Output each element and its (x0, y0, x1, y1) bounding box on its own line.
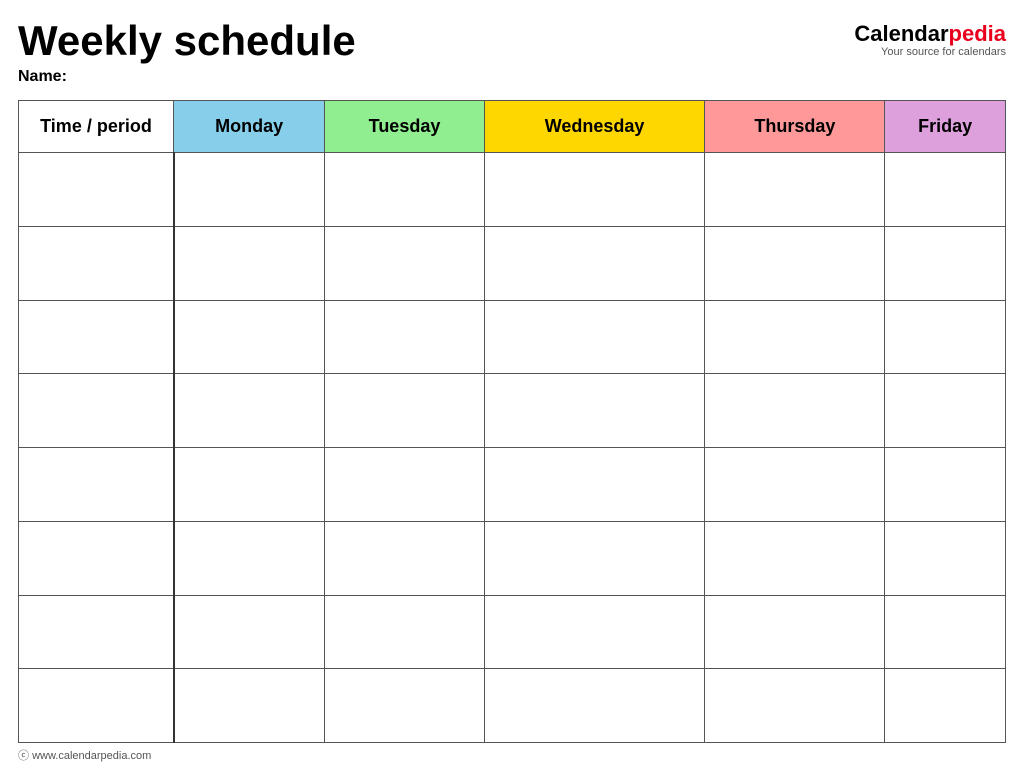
time-cell[interactable] (19, 374, 174, 448)
wednesday-cell[interactable] (484, 300, 705, 374)
friday-cell[interactable] (885, 595, 1006, 669)
table-row (19, 153, 1006, 227)
header-area: Weekly schedule Name: Calendarpedia Your… (18, 18, 1006, 86)
wednesday-cell[interactable] (484, 669, 705, 743)
tuesday-cell[interactable] (325, 448, 484, 522)
time-cell[interactable] (19, 153, 174, 227)
table-row (19, 448, 1006, 522)
page-container: Weekly schedule Name: Calendarpedia Your… (0, 0, 1024, 773)
page-title: Weekly schedule (18, 18, 356, 64)
monday-cell[interactable] (174, 448, 325, 522)
schedule-table: Time / period Monday Tuesday Wednesday T… (18, 100, 1006, 743)
time-cell[interactable] (19, 669, 174, 743)
table-row (19, 374, 1006, 448)
logo-text: Calendarpedia (854, 22, 1006, 46)
tuesday-cell[interactable] (325, 300, 484, 374)
wednesday-cell[interactable] (484, 595, 705, 669)
footer-url: ⓒ www.calendarpedia.com (18, 747, 1006, 763)
monday-cell[interactable] (174, 595, 325, 669)
name-label: Name: (18, 68, 356, 86)
wednesday-cell[interactable] (484, 374, 705, 448)
monday-cell[interactable] (174, 153, 325, 227)
time-cell[interactable] (19, 448, 174, 522)
header-friday: Friday (885, 101, 1006, 153)
tuesday-cell[interactable] (325, 226, 484, 300)
logo-pedia: pedia (949, 21, 1006, 46)
header-time: Time / period (19, 101, 174, 153)
wednesday-cell[interactable] (484, 153, 705, 227)
table-header-row: Time / period Monday Tuesday Wednesday T… (19, 101, 1006, 153)
logo-section: Calendarpedia Your source for calendars (854, 18, 1006, 58)
friday-cell[interactable] (885, 521, 1006, 595)
table-row (19, 595, 1006, 669)
thursday-cell[interactable] (705, 226, 885, 300)
time-cell[interactable] (19, 595, 174, 669)
table-row (19, 521, 1006, 595)
thursday-cell[interactable] (705, 448, 885, 522)
friday-cell[interactable] (885, 300, 1006, 374)
wednesday-cell[interactable] (484, 448, 705, 522)
monday-cell[interactable] (174, 374, 325, 448)
monday-cell[interactable] (174, 669, 325, 743)
table-row (19, 300, 1006, 374)
header-wednesday: Wednesday (484, 101, 705, 153)
header-thursday: Thursday (705, 101, 885, 153)
logo-calendar: Calendar (854, 21, 948, 46)
monday-cell[interactable] (174, 521, 325, 595)
time-cell[interactable] (19, 521, 174, 595)
table-row (19, 669, 1006, 743)
friday-cell[interactable] (885, 669, 1006, 743)
tuesday-cell[interactable] (325, 669, 484, 743)
table-row (19, 226, 1006, 300)
thursday-cell[interactable] (705, 300, 885, 374)
thursday-cell[interactable] (705, 521, 885, 595)
friday-cell[interactable] (885, 153, 1006, 227)
thursday-cell[interactable] (705, 153, 885, 227)
wednesday-cell[interactable] (484, 226, 705, 300)
title-section: Weekly schedule Name: (18, 18, 356, 86)
wednesday-cell[interactable] (484, 521, 705, 595)
friday-cell[interactable] (885, 374, 1006, 448)
thursday-cell[interactable] (705, 374, 885, 448)
time-cell[interactable] (19, 300, 174, 374)
monday-cell[interactable] (174, 300, 325, 374)
friday-cell[interactable] (885, 226, 1006, 300)
thursday-cell[interactable] (705, 595, 885, 669)
tuesday-cell[interactable] (325, 153, 484, 227)
tuesday-cell[interactable] (325, 374, 484, 448)
header-tuesday: Tuesday (325, 101, 484, 153)
tuesday-cell[interactable] (325, 595, 484, 669)
tuesday-cell[interactable] (325, 521, 484, 595)
monday-cell[interactable] (174, 226, 325, 300)
time-cell[interactable] (19, 226, 174, 300)
logo-tagline: Your source for calendars (881, 46, 1006, 58)
header-monday: Monday (174, 101, 325, 153)
thursday-cell[interactable] (705, 669, 885, 743)
friday-cell[interactable] (885, 448, 1006, 522)
